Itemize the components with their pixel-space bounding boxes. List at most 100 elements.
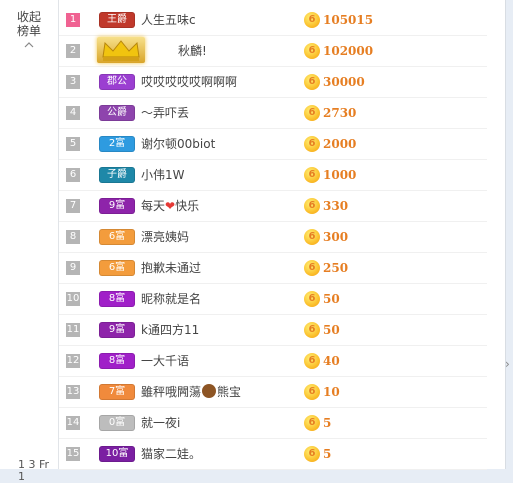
coin-icon: 6 [304, 291, 320, 307]
contribution-value: 250 [323, 261, 349, 275]
rank-number: 15 [66, 447, 80, 461]
level-badge: 郡公 [99, 74, 135, 90]
crown-badge-icon [97, 37, 145, 63]
ranking-row[interactable]: 13 7富 雖秤哦闁蕩 熊宝 6 10 [59, 377, 487, 408]
ranking-row[interactable]: 10 8富 昵称就是名 6 50 [59, 284, 487, 315]
chevron-right-icon[interactable]: › [505, 355, 513, 373]
contribution-value: 40 [323, 354, 340, 368]
rank-number: 1 [66, 13, 80, 27]
user-name[interactable]: 就一夜i [141, 415, 180, 431]
coin-icon: 6 [304, 415, 320, 431]
rank-number: 14 [66, 416, 80, 430]
collapse-label-1: 收起 [16, 10, 41, 24]
ranking-row[interactable]: 11 9富 k通四方11 6 50 [59, 315, 487, 346]
user-name[interactable]: 抱歉未通过 [141, 260, 201, 276]
user-name-text: 漂亮姨妈 [141, 230, 190, 244]
heart-icon: ❤ [165, 199, 176, 213]
contribution-value: 5 [323, 416, 332, 430]
contribution-value: 2730 [323, 106, 357, 120]
ranking-row[interactable]: 1 王爵 人生五味c 6 105015 [59, 5, 487, 36]
user-name[interactable]: 秋麟! [178, 43, 207, 59]
rank-number: 6 [66, 168, 80, 182]
ranking-row[interactable]: 7 9富 每天❤快乐 6 330 [59, 191, 487, 222]
contribution-value: 2000 [323, 137, 357, 151]
ranking-row[interactable]: 5 2富 谢尔顿00biot 6 2000 [59, 129, 487, 160]
user-name[interactable]: 猫家二娃。 [141, 446, 201, 462]
user-name-text: 抱歉未通过 [141, 261, 202, 275]
ranking-row[interactable]: 15 10富 猫家二娃。 6 5 [59, 439, 487, 470]
level-badge: 子爵 [99, 167, 135, 183]
coin-icon: 6 [304, 322, 320, 338]
contribution-value: 50 [323, 323, 340, 337]
level-badge: 王爵 [99, 12, 135, 28]
ranking-row[interactable]: 12 8富 一大千语 6 40 [59, 346, 487, 377]
user-name[interactable]: 每天❤快乐 [141, 198, 199, 214]
contribution-value: 1000 [323, 168, 357, 182]
rank-number: 3 [66, 75, 80, 89]
user-name-text: 每天 [141, 199, 166, 213]
bear-icon [202, 384, 217, 398]
level-badge: 9富 [99, 322, 135, 338]
user-name[interactable]: 小伟1W [141, 167, 185, 183]
user-name-text: 谢尔顿00biot [141, 137, 216, 151]
level-badge: 8富 [99, 291, 135, 307]
user-name[interactable]: 昵称就是名 [141, 291, 201, 307]
rank-number: 11 [66, 323, 80, 337]
level-badge: 公爵 [99, 105, 135, 121]
coin-icon: 6 [304, 260, 320, 276]
rank-number: 8 [66, 230, 80, 244]
user-name[interactable]: 漂亮姨妈 [141, 229, 189, 245]
user-name[interactable]: 谢尔顿00biot [141, 136, 215, 152]
level-badge: 6富 [99, 229, 135, 245]
rank-number: 2 [66, 44, 80, 58]
contribution-value: 102000 [323, 44, 374, 58]
rank-number: 12 [66, 354, 80, 368]
level-badge: 10富 [99, 446, 135, 462]
contribution-value: 10 [323, 385, 340, 399]
coin-icon: 6 [304, 43, 320, 59]
user-name-text: 小伟1W [141, 168, 185, 182]
user-name[interactable]: ～弄吓丢 [141, 105, 189, 121]
sidebar-footer: 1 3 Fr 1 [18, 458, 50, 483]
level-badge: 2富 [99, 136, 135, 152]
coin-icon: 6 [304, 198, 320, 214]
user-name-text: 一大千语 [141, 354, 190, 368]
ranking-panel: 收起 榜单 1 3 Fr 1 1 王爵 人生五味c 6 105015 2 秋麟! 6 10200… [0, 0, 506, 483]
ranking-row[interactable]: 8 6富 漂亮姨妈 6 300 [59, 222, 487, 253]
contribution-value: 105015 [323, 13, 374, 27]
user-name-suffix: 熊宝 [217, 385, 242, 399]
coin-icon: 6 [304, 384, 320, 400]
user-name-text: 昵称就是名 [141, 292, 202, 306]
collapse-label-2: 榜单 [16, 24, 41, 38]
ranking-row[interactable]: 6 子爵 小伟1W 6 1000 [59, 160, 487, 191]
user-name-text: 秋麟! [178, 44, 207, 58]
ranking-row[interactable]: 4 公爵 ～弄吓丢 6 2730 [59, 98, 487, 129]
user-name-text: 雖秤哦闁蕩 [141, 385, 202, 399]
level-badge: 9富 [99, 198, 135, 214]
coin-icon: 6 [304, 105, 320, 121]
ranking-row[interactable]: 2 秋麟! 6 102000 [59, 36, 487, 67]
ranking-row[interactable]: 14 0富 就一夜i 6 5 [59, 408, 487, 439]
user-name-text: 人生五味c [141, 13, 196, 27]
user-name-text: ～弄吓丢 [141, 106, 190, 120]
level-badge: 8富 [99, 353, 135, 369]
ranking-row[interactable]: 3 郡公 哎哎哎哎哎啊啊啊 6 30000 [59, 67, 487, 98]
user-name-text: k通四方11 [141, 323, 200, 337]
user-name[interactable]: 人生五味c [141, 12, 196, 28]
collapse-ranking-button[interactable]: 收起 榜单 [10, 10, 48, 50]
level-badge: 0富 [99, 415, 135, 431]
user-name[interactable]: k通四方11 [141, 322, 199, 338]
contribution-value: 5 [323, 447, 332, 461]
user-name[interactable]: 一大千语 [141, 353, 189, 369]
user-name[interactable]: 哎哎哎哎哎啊啊啊 [141, 74, 237, 90]
contribution-value: 330 [323, 199, 349, 213]
coin-icon: 6 [304, 12, 320, 28]
coin-icon: 6 [304, 353, 320, 369]
rank-number: 5 [66, 137, 80, 151]
user-name-suffix: 快乐 [175, 199, 200, 213]
user-name-text: 就一夜i [141, 416, 181, 430]
contribution-value: 50 [323, 292, 340, 306]
user-name[interactable]: 雖秤哦闁蕩 熊宝 [141, 384, 241, 400]
ranking-row[interactable]: 9 6富 抱歉未通过 6 250 [59, 253, 487, 284]
rank-number: 4 [66, 106, 80, 120]
